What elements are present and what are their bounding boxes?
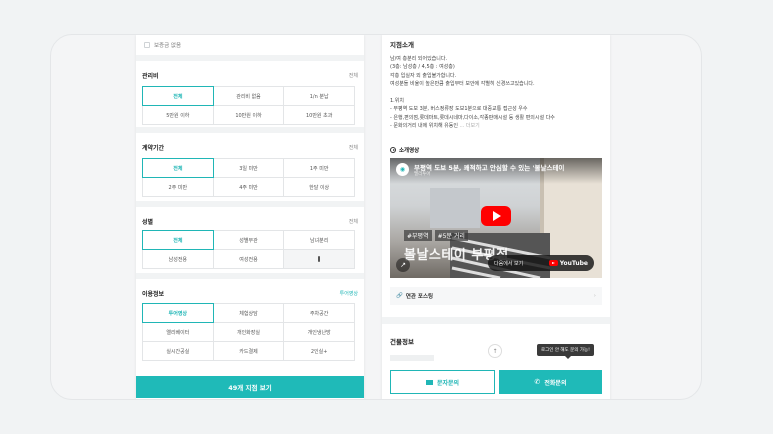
video-tag: #부평역 <box>404 230 432 241</box>
option-cell[interactable]: 개인화장실 <box>213 323 285 342</box>
option-grid: 전체 성별무관 남녀분리 남성전용 여성전용 <box>142 230 355 269</box>
read-more-link[interactable]: ... 더보기 <box>460 123 480 129</box>
message-inquiry-label: 문자문의 <box>436 379 460 387</box>
video-section-label: 소개영상 <box>390 146 419 154</box>
show-branches-button[interactable]: 49개 지점 보기 <box>136 376 364 398</box>
filter-panel: 보증금 없음 관리비 전체 전체 관리비 없음 1/n 분납 5만원 이하 10… <box>136 35 364 399</box>
youtube-logo-icon <box>548 260 558 266</box>
building-info-placeholder <box>390 355 434 361</box>
option-cell[interactable]: 전체 <box>142 158 214 178</box>
option-cell[interactable]: 개인냉난방 <box>284 323 355 342</box>
divider <box>382 317 610 324</box>
section-reset-link[interactable]: 전체 <box>349 144 358 151</box>
option-cell[interactable]: 2인실+ <box>284 342 355 361</box>
desc-line: - 문화의거리 내에 위치해 유동인 ... 더보기 <box>390 122 602 130</box>
option-grid: 투어영상 체험상담 주차공간 엘리베이터 개인화장실 개인냉난방 실시간공실 카… <box>142 303 355 361</box>
call-inquiry-label: 전화문의 <box>544 379 567 387</box>
option-cell[interactable]: 관리비 없음 <box>213 87 285 106</box>
watch-on-youtube-button[interactable]: 다음에서 보기 YouTube <box>488 255 594 271</box>
no-deposit-label: 보증금 없음 <box>154 43 182 49</box>
related-posts-row[interactable]: 🔗 연관 포스팅 › <box>390 287 602 305</box>
phone-icon: ✆ <box>534 378 541 386</box>
option-cell[interactable]: 5만원 이하 <box>143 106 214 125</box>
desc-line: (3층: 남성층 / 4,5층 : 여성층) <box>390 64 455 71</box>
branch-detail-panel: 지점소개 남/여 층분리 되어있습니다. (3층: 남성층 / 4,5층 : 여… <box>382 35 610 399</box>
option-cell[interactable]: 1/n 분납 <box>284 87 355 106</box>
intro-description: 남/여 층분리 되어있습니다. (3층: 남성층 / 4,5층 : 여성층) 각… <box>390 55 602 131</box>
disabled-cell <box>284 250 355 269</box>
section-reset-link[interactable]: 전체 <box>349 218 358 225</box>
divider <box>136 201 364 207</box>
option-cell[interactable]: 전체 <box>142 86 214 106</box>
watch-on-label: 다음에서 보기 <box>494 260 524 267</box>
video-channel[interactable]: 멜리투어 <box>414 171 431 177</box>
channel-avatar[interactable]: ◉ <box>396 163 409 176</box>
divider <box>136 55 364 61</box>
option-cell[interactable]: 10만원 초과 <box>284 106 355 125</box>
link-icon: 🔗 <box>396 293 403 299</box>
video-title[interactable]: 부평역 도보 5분, 쾌적하고 안심할 수 있는 '볼날스테이 <box>414 162 564 172</box>
cursor-icon <box>318 256 321 262</box>
section-title: 이용정보 <box>142 291 165 298</box>
option-cell[interactable]: 남성전용 <box>143 250 214 269</box>
video-player[interactable]: ◉ 부평역 도보 5분, 쾌적하고 안심할 수 있는 '볼날스테이 멜리투어 #… <box>390 158 602 278</box>
youtube-logo-text: YouTube <box>559 259 588 267</box>
desc-line: 남/여 층분리 되어있습니다. <box>390 56 448 62</box>
app-canvas: 보증금 없음 관리비 전체 전체 관리비 없음 1/n 분납 5만원 이하 10… <box>50 34 702 400</box>
desc-line: 여성분들 비율이 높은만큼 출입부터 보안에 각별히 신경쓰고있습니다. <box>390 81 535 88</box>
option-cell[interactable]: 10만원 이하 <box>213 106 285 125</box>
option-grid: 전체 3일 미만 1주 미만 2주 미만 4주 미만 한달 이상 <box>142 158 355 197</box>
checkbox-icon <box>144 42 150 48</box>
no-deposit-checkbox[interactable]: 보증금 없음 <box>144 41 181 49</box>
option-grid: 전체 관리비 없음 1/n 분납 5만원 이하 10만원 이하 10만원 초과 <box>142 86 355 125</box>
call-inquiry-button[interactable]: ✆ 전화문의 <box>499 370 602 394</box>
option-cell[interactable]: 남녀분리 <box>284 231 355 250</box>
option-cell[interactable]: 실시간공실 <box>143 342 214 361</box>
desc-line <box>390 89 602 97</box>
divider <box>136 127 364 133</box>
envelope-icon <box>425 379 433 385</box>
option-cell[interactable]: 투어영상 <box>142 303 214 323</box>
option-cell[interactable]: 전체 <box>142 230 214 250</box>
video-label-text: 소개영상 <box>399 148 420 154</box>
chevron-right-icon: › <box>593 293 596 299</box>
option-cell[interactable]: 여성전용 <box>213 250 285 269</box>
video-tags: #부평역 #5분 거리 <box>404 230 468 241</box>
option-cell[interactable]: 4주 미만 <box>213 178 285 197</box>
option-cell[interactable]: 1주 미만 <box>284 159 355 178</box>
related-posts-label: 연관 포스팅 <box>405 294 434 300</box>
section-reset-link[interactable]: 전체 <box>349 72 358 79</box>
section-title: 계약기간 <box>142 145 165 152</box>
option-cell[interactable]: 주차공간 <box>284 304 355 323</box>
login-tooltip: 로그인 안 해도 문의 가능! <box>537 344 594 359</box>
desc-line: - 부평역 도보 3분, 버스정류장 도보1분으로 대중교통 접근성 우수 <box>390 106 528 113</box>
intro-title: 지점소개 <box>390 41 414 49</box>
video-tag: #5분 거리 <box>434 230 468 241</box>
option-cell[interactable]: 3일 미만 <box>213 159 285 178</box>
section-title: 성별 <box>142 219 154 226</box>
option-cell[interactable]: 체험상담 <box>213 304 285 323</box>
section-active-filter[interactable]: 투어영상 <box>340 290 358 297</box>
option-cell[interactable]: 엘리베이터 <box>143 323 214 342</box>
option-cell[interactable]: 2주 미만 <box>143 178 214 197</box>
desc-line: - 은행,편의점,롯데마트,롯데시네마,다이소,각종판매시설 등 생활 편의시설… <box>390 114 555 121</box>
desc-line: 각층 입실자 외 출입불가합니다. <box>390 72 457 79</box>
building-info-title: 건물정보 <box>390 338 414 346</box>
play-button-icon[interactable] <box>481 206 511 226</box>
play-circle-icon <box>390 147 396 153</box>
option-cell[interactable]: 카드결제 <box>213 342 285 361</box>
divider <box>136 273 364 279</box>
option-cell[interactable]: 한달 이상 <box>284 178 355 197</box>
desc-line-text: - 문화의거리 내에 위치해 유동인 <box>390 123 458 130</box>
section-title: 관리비 <box>142 73 159 80</box>
message-inquiry-button[interactable]: 문자문의 <box>390 370 495 394</box>
scroll-top-icon[interactable]: ↑ <box>488 344 502 358</box>
youtube-logo: YouTube <box>548 259 588 267</box>
share-icon[interactable]: ↗ <box>396 258 410 272</box>
desc-line: 1.위치 <box>390 98 404 105</box>
option-cell[interactable]: 성별무관 <box>213 231 285 250</box>
